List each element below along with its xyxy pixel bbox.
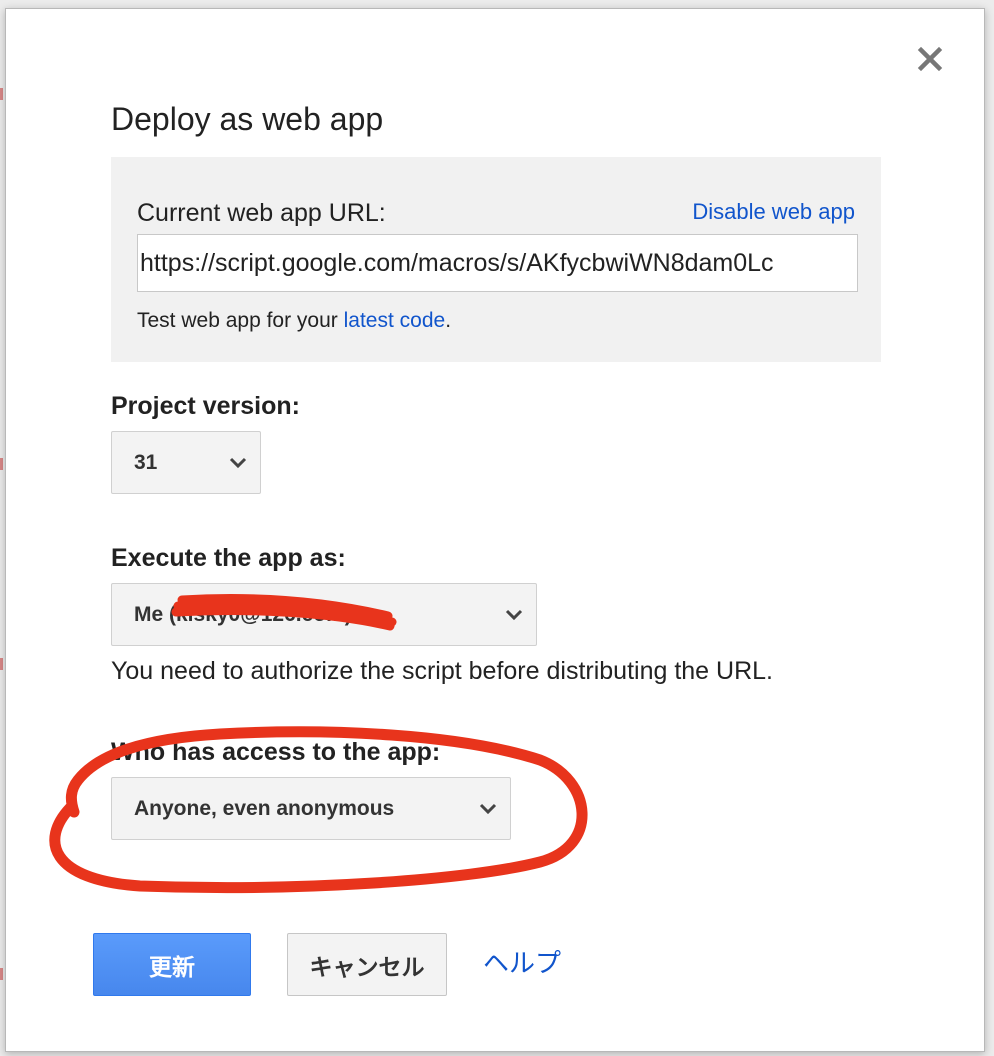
update-button[interactable]: 更新 bbox=[93, 933, 251, 996]
latest-code-link[interactable]: latest code bbox=[344, 309, 446, 332]
authorize-note: You need to authorize the script before … bbox=[111, 657, 773, 685]
test-web-app-text: Test web app for your latest code. bbox=[137, 309, 451, 333]
execute-as-select[interactable]: Me (kisky0@126.com) bbox=[111, 583, 537, 646]
edge-mark bbox=[0, 968, 3, 980]
close-button[interactable] bbox=[912, 41, 948, 77]
disable-web-app-link[interactable]: Disable web app bbox=[692, 199, 855, 225]
project-version-label: Project version: bbox=[111, 392, 300, 420]
url-panel: Current web app URL: Disable web app Tes… bbox=[111, 157, 881, 362]
execute-as-label: Execute the app as: bbox=[111, 544, 346, 572]
help-link[interactable]: ヘルプ bbox=[483, 943, 561, 980]
dialog-title: Deploy as web app bbox=[111, 101, 384, 137]
edge-mark bbox=[0, 458, 3, 470]
web-app-url-field[interactable] bbox=[137, 234, 858, 292]
test-prefix: Test web app for your bbox=[137, 309, 344, 332]
access-select[interactable]: Anyone, even anonymous bbox=[111, 777, 511, 840]
execute-as-value: Me (kisky0@126.com) bbox=[134, 602, 352, 626]
project-version-value: 31 bbox=[134, 450, 158, 474]
access-label: Who has access to the app: bbox=[111, 738, 441, 766]
url-label: Current web app URL: bbox=[137, 199, 386, 227]
access-value: Anyone, even anonymous bbox=[134, 796, 395, 820]
project-version-select[interactable]: 31 bbox=[111, 431, 261, 494]
test-suffix: . bbox=[445, 309, 452, 332]
close-icon bbox=[917, 46, 943, 72]
edge-mark bbox=[0, 658, 3, 670]
chevron-down-icon bbox=[505, 609, 523, 620]
chevron-down-icon bbox=[229, 457, 247, 468]
cancel-button[interactable]: キャンセル bbox=[287, 933, 447, 996]
edge-mark bbox=[0, 88, 3, 100]
deploy-dialog: Deploy as web app Current web app URL: D… bbox=[5, 8, 985, 1052]
chevron-down-icon bbox=[479, 803, 497, 814]
